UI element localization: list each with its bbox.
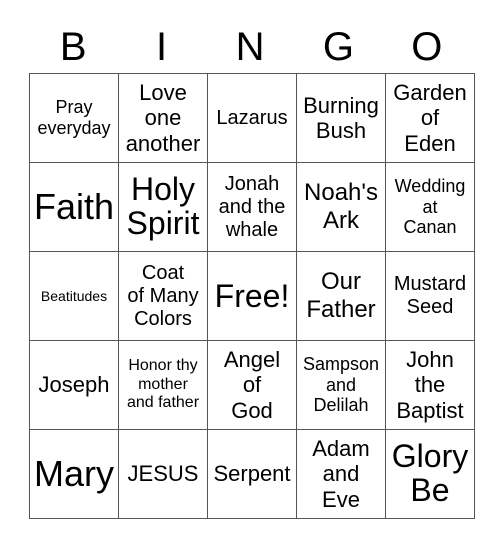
cell-label: Mustard Seed xyxy=(393,273,467,318)
bingo-cell[interactable]: Lazarus xyxy=(207,73,297,163)
bingo-cell[interactable]: Joseph xyxy=(29,340,119,430)
header-letter-o: O xyxy=(411,25,443,69)
bingo-cell[interactable]: Holy Spirit xyxy=(118,162,208,252)
bingo-cell[interactable]: Burning Bush xyxy=(296,73,386,163)
bingo-cell[interactable]: Honor thy mother and father xyxy=(118,340,208,430)
cell-label: Free! xyxy=(214,277,290,314)
grid-row: Mary JESUS Serpent Adam and Eve Glory Be xyxy=(29,429,475,519)
cell-label: Pray everyday xyxy=(37,97,111,138)
bingo-cell[interactable]: Beatitudes xyxy=(29,251,119,341)
cell-label: Lazarus xyxy=(216,106,288,129)
cell-label: JESUS xyxy=(127,461,199,487)
cell-label: Jonah and the whale xyxy=(218,172,286,241)
bingo-cell[interactable]: Wedding at Canan xyxy=(385,162,475,252)
free-space-cell[interactable]: Free! xyxy=(207,251,297,341)
cell-label: Faith xyxy=(33,186,115,227)
cell-label: John the Baptist xyxy=(396,347,464,423)
bingo-cell[interactable]: Garden of Eden xyxy=(385,73,475,163)
cell-label: Serpent xyxy=(213,461,291,487)
bingo-cell[interactable]: Glory Be xyxy=(385,429,475,519)
cell-label: Adam and Eve xyxy=(312,436,370,512)
header-letter-n: N xyxy=(235,25,265,69)
bingo-cell[interactable]: Jonah and the whale xyxy=(207,162,297,252)
cell-label: Garden of Eden xyxy=(393,80,467,156)
bingo-cell[interactable]: JESUS xyxy=(118,429,208,519)
header-letter-b: B xyxy=(59,25,87,69)
bingo-cell[interactable]: Sampson and Delilah xyxy=(296,340,386,430)
bingo-cell[interactable]: Love one another xyxy=(118,73,208,163)
bingo-card-grid: Pray everyday Love one another Lazarus B… xyxy=(29,73,475,519)
bingo-header: B I N G O xyxy=(29,22,471,72)
bingo-cell[interactable]: Faith xyxy=(29,162,119,252)
cell-label: Angel of God xyxy=(223,347,281,423)
grid-row: Faith Holy Spirit Jonah and the whale No… xyxy=(29,162,475,252)
bingo-cell[interactable]: Noah's Ark xyxy=(296,162,386,252)
bingo-cell[interactable]: Angel of God xyxy=(207,340,297,430)
bingo-cell[interactable]: Mustard Seed xyxy=(385,251,475,341)
cell-label: Noah's Ark xyxy=(304,179,378,234)
header-letter-i: I xyxy=(156,25,168,69)
grid-row: Beatitudes Coat of Many Colors Free! Our… xyxy=(29,251,475,341)
cell-label: Burning Bush xyxy=(303,92,379,143)
bingo-cell[interactable]: Adam and Eve xyxy=(296,429,386,519)
bingo-cell[interactable]: Pray everyday xyxy=(29,73,119,163)
cell-label: Honor thy mother and father xyxy=(126,357,200,412)
grid-row: Pray everyday Love one another Lazarus B… xyxy=(29,73,475,163)
bingo-cell[interactable]: Coat of Many Colors xyxy=(118,251,208,341)
cell-label: Glory Be xyxy=(391,438,469,508)
cell-label: Mary xyxy=(34,453,114,494)
bingo-cell[interactable]: Our Father xyxy=(296,251,386,341)
grid-row: Joseph Honor thy mother and father Angel… xyxy=(29,340,475,430)
cell-label: Wedding at Canan xyxy=(394,175,466,238)
cell-label: Our Father xyxy=(306,268,376,323)
cell-label: Beatitudes xyxy=(40,287,108,304)
header-letter-g: G xyxy=(322,25,354,69)
cell-label: Coat of Many Colors xyxy=(127,261,199,330)
bingo-cell[interactable]: Serpent xyxy=(207,429,297,519)
bingo-cell[interactable]: Mary xyxy=(29,429,119,519)
cell-label: Love one another xyxy=(125,80,201,156)
cell-label: Joseph xyxy=(38,372,110,398)
cell-label: Holy Spirit xyxy=(126,171,200,241)
bingo-cell[interactable]: John the Baptist xyxy=(385,340,475,430)
cell-label: Sampson and Delilah xyxy=(302,353,380,416)
